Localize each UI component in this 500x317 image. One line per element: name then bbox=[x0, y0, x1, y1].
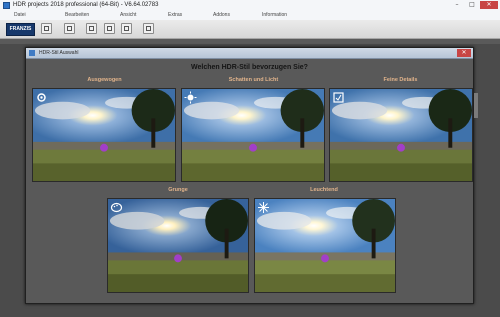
minimize-button[interactable]: – bbox=[450, 1, 464, 9]
menu-addons[interactable]: Addons bbox=[213, 12, 230, 19]
dialog-title: HDR-Stil Auswahl bbox=[39, 50, 79, 56]
franzis-logo: FRANZIS bbox=[6, 23, 35, 36]
menu-bearbeiten[interactable]: Bearbeiten bbox=[65, 12, 89, 19]
menu-datei[interactable]: Datei bbox=[14, 12, 26, 19]
palette-icon bbox=[110, 201, 123, 214]
workspace-edge bbox=[0, 39, 500, 44]
style-label-feine-details: Feine Details bbox=[383, 77, 418, 83]
toolbar: FRANZIS bbox=[0, 20, 500, 39]
open-image-icon[interactable] bbox=[64, 23, 75, 34]
image-stack-icon[interactable] bbox=[104, 23, 115, 34]
menu-information[interactable]: Information bbox=[262, 12, 287, 19]
dialog-close-button[interactable]: ✕ bbox=[457, 49, 471, 57]
style-card-schatten-licht[interactable] bbox=[181, 88, 325, 182]
window-title: HDR projects 2018 professional (64-Bit) … bbox=[13, 2, 159, 8]
hdr-preview-image bbox=[330, 89, 472, 181]
style-label-leuchtend: Leuchtend bbox=[310, 187, 338, 193]
menu-ansicht[interactable]: Ansicht bbox=[120, 12, 136, 19]
batch-icon[interactable] bbox=[143, 23, 154, 34]
style-card-feine-details[interactable] bbox=[329, 88, 473, 182]
hdr-preview-image bbox=[255, 199, 395, 292]
style-card-ausgewogen[interactable] bbox=[32, 88, 176, 182]
window-controls: – □ ✕ bbox=[450, 1, 498, 9]
style-label-schatten-licht: Schatten und Licht bbox=[228, 77, 279, 83]
style-card-leuchtend[interactable] bbox=[254, 198, 396, 293]
hdr-preview-image bbox=[182, 89, 324, 181]
star-icon bbox=[257, 201, 270, 214]
menu-bar: Datei Bearbeiten Ansicht Extras Addons I… bbox=[0, 11, 500, 20]
details-icon bbox=[332, 91, 345, 104]
style-card-grunge[interactable] bbox=[107, 198, 249, 293]
maximize-button[interactable]: □ bbox=[465, 1, 479, 9]
app-icon bbox=[3, 2, 10, 9]
sun-shadow-icon bbox=[184, 91, 197, 104]
style-label-ausgewogen: Ausgewogen bbox=[87, 77, 122, 83]
dialog-title-bar: HDR-Stil Auswahl ✕ bbox=[26, 48, 473, 59]
gear-icon bbox=[35, 91, 48, 104]
gallery-icon[interactable] bbox=[121, 23, 132, 34]
menu-extras[interactable]: Extras bbox=[168, 12, 182, 19]
dialog-icon bbox=[29, 50, 35, 56]
dialog-scrollbar[interactable] bbox=[474, 93, 478, 118]
photo-icon[interactable] bbox=[86, 23, 97, 34]
style-label-grunge: Grunge bbox=[168, 187, 188, 193]
dialog-question: Welchen HDR-Stil bevorzugen Sie? bbox=[191, 64, 308, 71]
hdr-preview-image bbox=[33, 89, 175, 181]
hdr-style-dialog: HDR-Stil Auswahl ✕ Welchen HDR-Stil bevo… bbox=[25, 47, 474, 304]
hdr-preview-image bbox=[108, 199, 248, 292]
close-button[interactable]: ✕ bbox=[480, 1, 498, 9]
camera-icon[interactable] bbox=[41, 23, 52, 34]
